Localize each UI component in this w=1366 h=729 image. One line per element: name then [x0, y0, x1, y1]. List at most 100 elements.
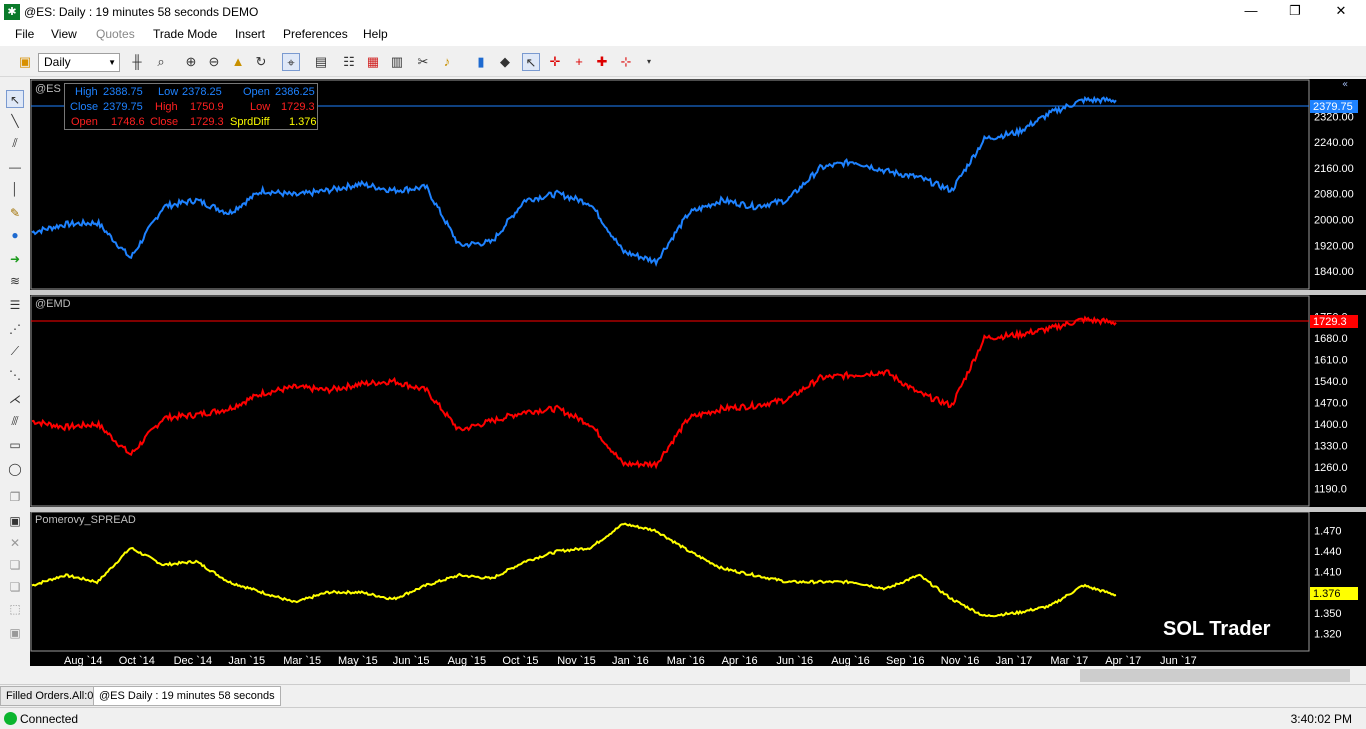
vertical-line-icon[interactable]: │ — [6, 180, 24, 198]
properties-icon[interactable]: ▣ — [6, 512, 24, 530]
spread-price-axis: 1.470 1.440 1.410 1.350 1.320 — [1314, 526, 1342, 641]
es-tick-label: 2240.00 — [1314, 137, 1354, 149]
hierarchy-icon[interactable]: ☷ — [340, 53, 358, 71]
spread-series — [31, 522, 1117, 618]
es-high-value: 2388.75 — [103, 86, 143, 98]
rectangle-icon[interactable]: ▭ — [6, 436, 24, 454]
emd-tick-label: 1190.0 — [1314, 484, 1347, 496]
chart-horizontal-scrollbar[interactable] — [30, 667, 1366, 684]
emd-open-value: 1748.6 — [111, 116, 145, 128]
spread-tick-label: 1.440 — [1314, 546, 1342, 558]
lock-icon[interactable]: ▲ — [229, 53, 247, 71]
toolbar: ▣ Daily ▼ ╫ ⌕ ⊕ ⊖ ▲ ↻ ⌖ ▤ ☷ ▦ ▥ ✂ ♪ ▮ ◆ … — [0, 49, 1366, 77]
layers-icon[interactable]: ▥ — [388, 53, 406, 71]
panel-splitter-2[interactable] — [30, 507, 1366, 512]
gann-fan-icon[interactable]: ⟋ — [6, 342, 24, 360]
time-axis-label: Aug `14 — [64, 655, 103, 666]
es-panel-label: @ES — [35, 83, 61, 95]
refresh-icon[interactable]: ↻ — [252, 53, 270, 71]
zoom-in-icon[interactable]: ⊕ — [182, 53, 200, 71]
arrow-cross-icon[interactable]: ⊹ — [617, 53, 635, 71]
lock-drawing-icon[interactable]: ▣ — [6, 624, 24, 642]
spread-tick-label: 1.410 — [1314, 567, 1342, 579]
note-icon[interactable]: ✎ — [6, 204, 24, 222]
delete-drawing-icon[interactable]: ✕ — [6, 534, 24, 552]
tab-es-daily[interactable]: @ES Daily : 19 minutes 58 seconds — [93, 686, 281, 706]
time-axis-label: Jun `15 — [393, 655, 430, 666]
menu-view[interactable]: View — [51, 27, 77, 41]
menu-preferences[interactable]: Preferences — [283, 27, 348, 41]
es-tick-label: 2160.00 — [1314, 163, 1354, 175]
fib-retracement-icon[interactable]: ☰ — [6, 296, 24, 314]
clock: 3:40:02 PM — [1290, 712, 1352, 726]
interval-select[interactable]: Daily ▼ — [38, 53, 120, 72]
parallel-lines-icon[interactable]: ⫻ — [6, 412, 24, 430]
spread-last-price-text: 1.376 — [1313, 588, 1341, 600]
spread-tick-label: 1.470 — [1314, 526, 1342, 538]
bell-icon[interactable]: ♪ — [438, 53, 456, 71]
panel-splitter-1[interactable] — [30, 290, 1366, 295]
toolbar-overflow-icon[interactable]: ▾ — [640, 53, 658, 71]
speed-lines-icon[interactable]: ⋌ — [6, 390, 24, 408]
select-area-icon[interactable]: ⬚ — [6, 600, 24, 618]
es-tick-label: 1920.00 — [1314, 240, 1354, 252]
emd-last-price-text: 1729.3 — [1313, 316, 1347, 328]
target-icon[interactable]: ✚ — [593, 53, 611, 71]
copy-drawing-icon[interactable]: ❐ — [6, 488, 24, 506]
menu-trade-mode[interactable]: Trade Mode — [153, 27, 217, 41]
duplicate-icon[interactable]: ❏ — [6, 556, 24, 574]
stack-icon[interactable]: ❏ — [6, 578, 24, 596]
time-axis-label: Oct `15 — [502, 655, 538, 666]
tab-filled-orders[interactable]: Filled Orders.All:0 — [0, 686, 100, 706]
trendline-icon[interactable]: ╲ — [6, 112, 24, 130]
es-open-value: 2386.25 — [275, 86, 315, 98]
interval-value: Daily — [44, 55, 71, 69]
minimize-button[interactable]: — — [1228, 2, 1274, 22]
fib-extension-icon[interactable]: ⋰ — [6, 320, 24, 338]
color-bars-icon[interactable]: ▦ — [364, 53, 382, 71]
menu-quotes[interactable]: Quotes — [96, 27, 135, 41]
spread-panel-label: Pomerovy_SPREAD — [35, 514, 136, 526]
menu-insert[interactable]: Insert — [235, 27, 265, 41]
zoom-out-icon[interactable]: ⊖ — [205, 53, 223, 71]
pointer-icon[interactable]: ↖ — [522, 53, 540, 71]
emd-low-value: 1729.3 — [281, 101, 315, 113]
chart-canvas[interactable]: @ES @EMD Pomerovy_SPREAD 2320.002240.002… — [30, 79, 1366, 666]
indicator-icon[interactable]: ▤ — [312, 53, 330, 71]
emd-tick-label: 1540.0 — [1314, 376, 1348, 388]
eraser-icon[interactable]: ◆ — [496, 53, 514, 71]
select-tool-icon[interactable]: ↖ — [6, 90, 24, 108]
menu-help[interactable]: Help — [363, 27, 388, 41]
window-title: @ES: Daily : 19 minutes 58 seconds DEMO — [24, 5, 259, 19]
chevron-down-icon: ▼ — [108, 58, 116, 67]
es-close-label: Close — [70, 101, 99, 113]
time-axis-label: Dec `14 — [174, 655, 213, 666]
time-axis-label: Nov `15 — [557, 655, 596, 666]
cross-icon[interactable]: + — [570, 53, 588, 71]
cursor-sync-icon[interactable]: ⌖ — [282, 53, 300, 71]
point-line-icon[interactable]: ⋱ — [6, 366, 24, 384]
scrollbar-thumb[interactable] — [1080, 669, 1350, 682]
emd-tick-label: 1680.0 — [1314, 333, 1348, 345]
menu-file[interactable]: File — [15, 27, 34, 41]
book-icon[interactable]: ▮ — [472, 53, 490, 71]
spread-panel-frame — [30, 511, 1310, 652]
arrow-icon[interactable]: ➜ — [6, 250, 24, 268]
crosshair-icon[interactable]: ✛ — [546, 53, 564, 71]
horizontal-line-icon[interactable]: — — [6, 158, 24, 176]
symbol-icon[interactable]: ▣ — [16, 53, 34, 71]
es-close-value: 2379.75 — [103, 101, 143, 113]
wave-icon[interactable]: ≋ — [6, 272, 24, 290]
close-button[interactable]: ✕ — [1318, 2, 1364, 22]
time-axis-label: May `15 — [338, 655, 378, 666]
maximize-button[interactable]: ❐ — [1272, 2, 1318, 22]
callout-icon[interactable]: ● — [6, 226, 24, 244]
chart-window[interactable]: @ES @EMD Pomerovy_SPREAD 2320.00 2240.00 2… — [30, 79, 1366, 666]
chart-scroll-right-icon[interactable]: « — [1342, 79, 1348, 90]
zoom-icon[interactable]: ⌕ — [152, 53, 170, 71]
scissors-icon[interactable]: ✂ — [414, 53, 432, 71]
bar-type-icon[interactable]: ╫ — [128, 53, 146, 71]
channel-icon[interactable]: ⫽ — [6, 134, 24, 152]
emd-tick-label: 1470.0 — [1314, 398, 1348, 410]
ellipse-icon[interactable]: ◯ — [6, 460, 24, 478]
